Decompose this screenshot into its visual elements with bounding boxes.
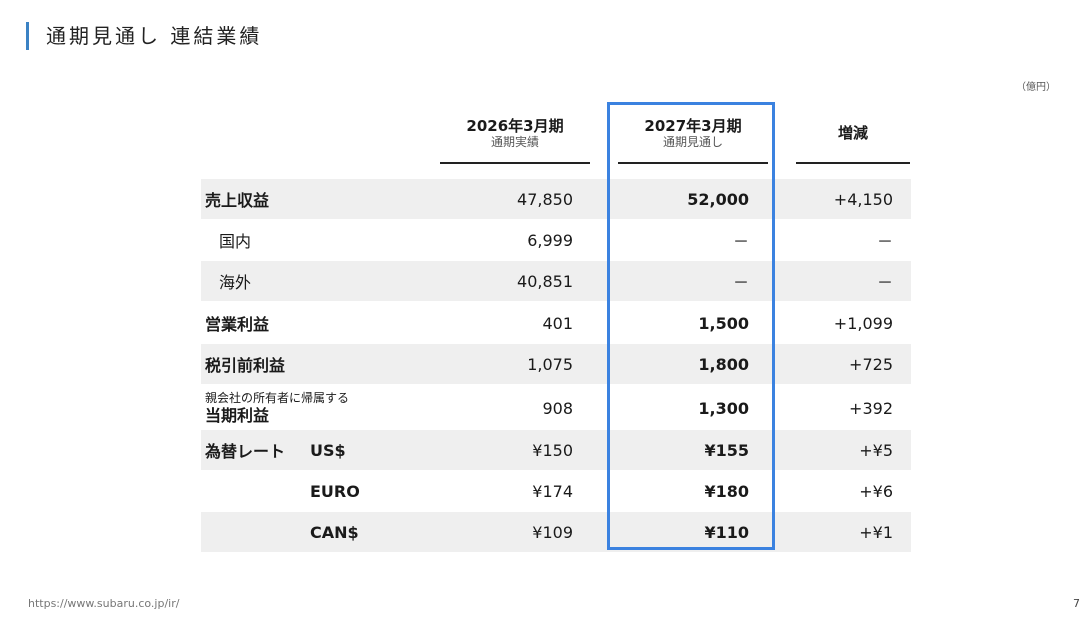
cell-fy2026: ¥109 (532, 522, 573, 542)
cell-fy2026: 47,850 (517, 189, 573, 209)
table-row-operating-profit: 営業利益 401 1,500 +1,099 (201, 303, 911, 343)
cell-fy2027: 1,300 (698, 398, 749, 418)
row-label-main: 当期利益 (205, 405, 270, 425)
row-label: 海外 (219, 273, 252, 292)
row-label-prefix: 親会社の所有者に帰属する (205, 390, 350, 405)
header-underline (440, 162, 590, 164)
cell-change: +1,099 (833, 313, 893, 333)
column-header-fy2026-main: 2026年3月期 (466, 117, 564, 135)
table-row-fx-euro: EURO ¥174 ¥180 +¥6 (201, 471, 911, 511)
cell-fy2027: 1,500 (698, 313, 749, 333)
row-label: 親会社の所有者に帰属する 当期利益 (205, 386, 349, 430)
row-sublabel: US$ (310, 440, 346, 460)
column-header-change: 増減 (796, 124, 910, 142)
cell-fy2026: 1,075 (527, 354, 573, 374)
row-sublabel: EURO (310, 481, 360, 501)
row-label: 為替レート (205, 442, 286, 461)
table-row-fx-cad: CAN$ ¥109 ¥110 +¥1 (201, 512, 911, 552)
table-row-overseas: 海外 40,851 － － (201, 261, 911, 301)
row-label: 営業利益 (205, 315, 270, 334)
cell-fy2026: 40,851 (517, 271, 573, 291)
unit-label: （億円） (1016, 82, 1056, 93)
cell-change: +392 (849, 398, 893, 418)
cell-change: +725 (849, 354, 893, 374)
column-header-change-main: 増減 (837, 124, 868, 142)
cell-change: － (876, 273, 893, 292)
row-label: 国内 (219, 232, 252, 251)
cell-change: － (876, 232, 893, 251)
cell-change: +¥1 (859, 522, 893, 542)
page-title: 通期見通し 連結業績 (46, 24, 263, 48)
cell-change: +4,150 (833, 189, 893, 209)
header-underline (618, 162, 768, 164)
column-header-fy2027-sub: 通期見通し (662, 135, 723, 149)
cell-fy2027: ¥155 (704, 440, 749, 460)
cell-change: +¥6 (859, 481, 893, 501)
cell-fy2027: － (732, 273, 749, 292)
table-row-domestic: 国内 6,999 － － (201, 220, 911, 260)
cell-change: +¥5 (859, 440, 893, 460)
table-row-fx-usd: 為替レート US$ ¥150 ¥155 +¥5 (201, 430, 911, 470)
row-label: 売上収益 (205, 191, 270, 210)
row-sublabel: CAN$ (310, 522, 359, 542)
page-number: 7 (1073, 597, 1080, 610)
cell-fy2026: 908 (542, 398, 573, 418)
footer-url[interactable]: https://www.subaru.co.jp/ir/ (28, 597, 179, 610)
column-header-fy2027: 2027年3月期 通期見通し (618, 117, 768, 150)
cell-fy2026: ¥150 (532, 440, 573, 460)
column-header-fy2026-sub: 通期実績 (490, 135, 539, 149)
row-label: 税引前利益 (205, 356, 286, 375)
cell-fy2027: 1,800 (698, 354, 749, 374)
cell-fy2027: － (732, 232, 749, 251)
column-header-fy2027-main: 2027年3月期 (644, 117, 742, 135)
cell-fy2026: 6,999 (527, 230, 573, 250)
title-accent-bar (26, 22, 29, 50)
cell-fy2027: ¥110 (704, 522, 749, 542)
cell-fy2026: 401 (542, 313, 573, 333)
column-header-fy2026: 2026年3月期 通期実績 (440, 117, 590, 150)
cell-fy2026: ¥174 (532, 481, 573, 501)
cell-fy2027: ¥180 (704, 481, 749, 501)
header-underline (796, 162, 910, 164)
table-row-revenue: 売上収益 47,850 52,000 +4,150 (201, 179, 911, 219)
cell-fy2027: 52,000 (687, 189, 749, 209)
table-row-pretax-profit: 税引前利益 1,075 1,800 +725 (201, 344, 911, 384)
table-row-net-profit: 親会社の所有者に帰属する 当期利益 908 1,300 +392 (201, 386, 911, 430)
